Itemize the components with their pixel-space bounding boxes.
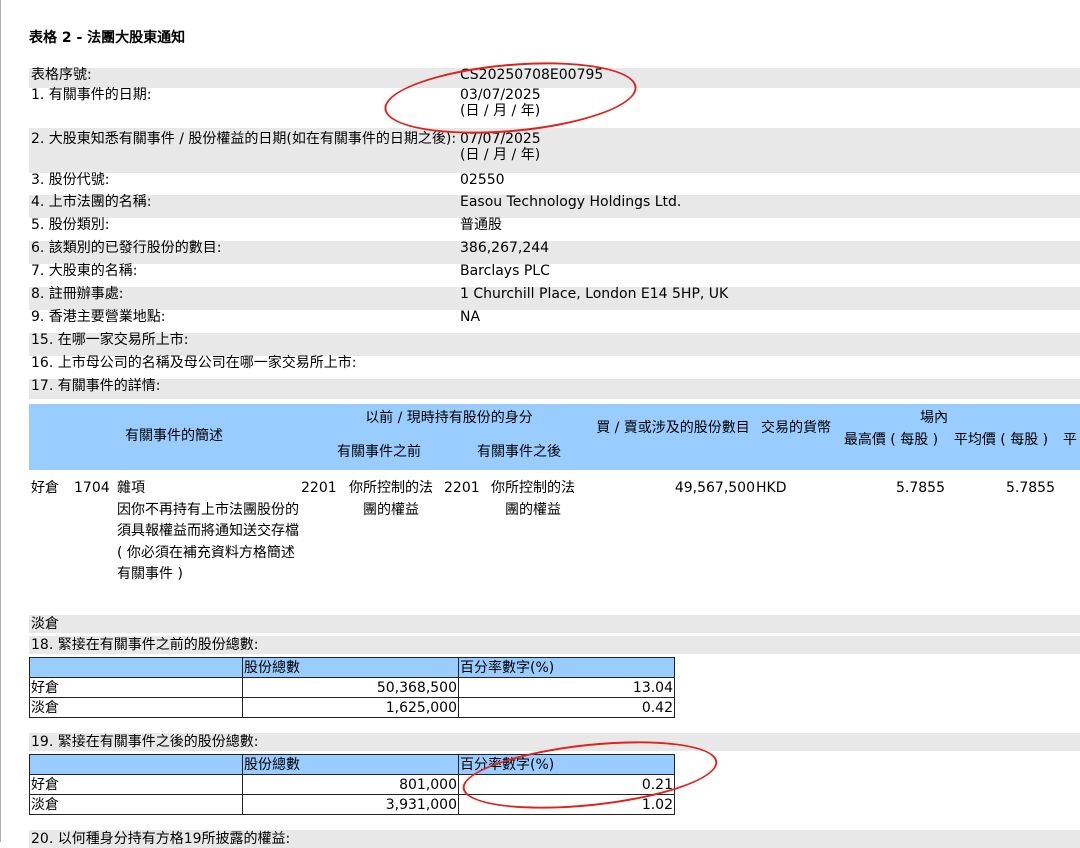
info-label: 2. 大股東知悉有關事件 / 股份權益的日期(如在有關事件的日期之後): [29, 128, 458, 173]
info-row: 9. 香港主要營業地點: NA [29, 309, 1080, 333]
info-label: 5. 股份類別: [31, 217, 110, 233]
col-total-shares: 股份總數 [242, 754, 459, 775]
section-18-table: 股份總數 百分率數字(%) 好倉 50,368,500 13.04 淡倉 1,6… [29, 657, 675, 718]
info-row: 6. 該類別的已發行股份的數目: 386,267,244 [29, 240, 1080, 264]
row-shares: 801,000 [242, 774, 459, 795]
row-after-capacity: 你所控制的法團的權益 [491, 480, 575, 518]
left-border [0, 0, 1, 842]
header-before-event: 有關事件之前 [337, 444, 421, 460]
row-percentage: 0.42 [458, 697, 675, 718]
row-currency: HKD [756, 480, 787, 496]
info-row: 7. 大股東的名稱: Barclays PLC [29, 263, 1080, 287]
table-header-empty [29, 657, 243, 678]
info-row: 2. 大股東知悉有關事件 / 股份權益的日期(如在有關事件的日期之後): 07/… [29, 128, 1080, 173]
col-percentage: 百分率數字(%) [458, 657, 675, 678]
info-row: 4. 上市法團的名稱: Easou Technology Holdings Lt… [29, 194, 1080, 218]
info-label: 4. 上市法團的名稱: [29, 194, 458, 218]
row-label: 淡倉 [29, 697, 243, 718]
info-value: 07/07/2025 (日 / 月 / 年) [458, 128, 1080, 173]
header-shares-involved: 買 / 賣或涉及的股份數目 [596, 420, 750, 436]
details-table-header: 有關事件的簡述 以前 / 現時持有股份的身分 有關事件之前 有關事件之後 買 /… [29, 404, 1080, 470]
info-label: 6. 該類別的已發行股份的數目: [29, 240, 458, 264]
header-average-price: 平均價 ( 每股 ) [953, 432, 1049, 448]
row-before-code: 2201 [301, 480, 337, 496]
info-label: 17. 有關事件的詳情: [29, 378, 1080, 399]
row-event-code: 1704 [74, 480, 110, 496]
table-row: 好倉 50,368,500 13.04 [29, 677, 675, 698]
header-capacity-group: 以前 / 現時持有股份的身分 [365, 410, 533, 426]
info-value: 1 Churchill Place, London E14 5HP, UK [458, 286, 1080, 310]
row-average-price: 5.7855 [1006, 480, 1055, 496]
row-before-capacity: 你所控制的法團的權益 [349, 480, 433, 518]
row-shares: 1,625,000 [242, 697, 459, 718]
row-label: 淡倉 [29, 794, 243, 815]
info-value [458, 333, 1080, 356]
row-shares: 50,368,500 [242, 677, 459, 698]
row-label: 好倉 [29, 774, 243, 795]
row-highest-price: 5.7855 [896, 480, 945, 496]
info-row: 5. 股份類別: 普通股 [29, 217, 1080, 241]
row-label: 好倉 [29, 677, 243, 698]
section-18-title: 18. 緊接在有關事件之前的股份總數: [29, 636, 1080, 654]
info-value: Barclays PLC [460, 263, 550, 279]
info-value: 普通股 [460, 217, 502, 233]
row-after-code: 2201 [444, 480, 480, 496]
col-total-shares: 股份總數 [242, 657, 459, 678]
info-label: 7. 大股東的名稱: [31, 263, 138, 279]
info-label: 8. 註冊辦事處: [29, 286, 458, 310]
info-label: 3. 股份代號: [31, 172, 110, 188]
info-value: Easou Technology Holdings Ltd. [458, 194, 1080, 218]
row-event-description: 雜項 因你不再持有上市法團股份的須具報權益而將通知送交存檔 ( 你必須在補充資料… [117, 480, 299, 582]
info-row: 16. 上市母公司的名稱及母公司在哪一家交易所上市: [29, 355, 1080, 379]
info-row: 17. 有關事件的詳情: [29, 378, 1080, 399]
info-row: 15. 在哪一家交易所上市: [29, 332, 1080, 356]
details-row: 好倉 1704 雜項 因你不再持有上市法團股份的須具報權益而將通知送交存檔 ( … [29, 478, 1080, 613]
short-position-label: 淡倉 [29, 615, 1080, 633]
info-row: 3. 股份代號: 02550 [29, 172, 1080, 195]
header-highest-price: 最高價 ( 每股 ) [843, 432, 939, 448]
header-event-description: 有關事件的簡述 [125, 428, 223, 444]
info-label: 15. 在哪一家交易所上市: [29, 332, 458, 356]
section-20-title: 20. 以何種身分持有方格19所披露的權益: [29, 830, 1080, 848]
info-value: 386,267,244 [458, 240, 1080, 264]
info-row: 8. 註冊辦事處: 1 Churchill Place, London E14 … [29, 286, 1080, 310]
row-position: 好倉 [31, 480, 59, 496]
row-percentage: 13.04 [458, 677, 675, 698]
table-header-empty [29, 754, 243, 775]
row-shares: 3,931,000 [242, 794, 459, 815]
info-value-main: 07/07/2025 [460, 131, 541, 147]
header-on-market: 場內 [920, 410, 948, 426]
info-label: 9. 香港主要營業地點: [31, 309, 166, 325]
info-value-sub: (日 / 月 / 年) [460, 146, 541, 163]
page-title: 表格 2 - 法團大股東通知 [29, 30, 186, 46]
info-label: 表格序號: [29, 67, 458, 88]
table-row: 淡倉 1,625,000 0.42 [29, 697, 675, 718]
header-after-event: 有關事件之後 [477, 444, 561, 460]
table-header-row: 股份總數 百分率數字(%) [29, 657, 675, 678]
header-currency: 交易的貨幣 [761, 420, 831, 436]
info-label: 16. 上市母公司的名稱及母公司在哪一家交易所上市: [31, 355, 357, 371]
info-value: NA [460, 309, 481, 325]
row-shares-involved: 49,567,500 [674, 480, 755, 496]
info-value: 02550 [460, 172, 505, 188]
header-cut-column: 平 [1063, 432, 1077, 448]
